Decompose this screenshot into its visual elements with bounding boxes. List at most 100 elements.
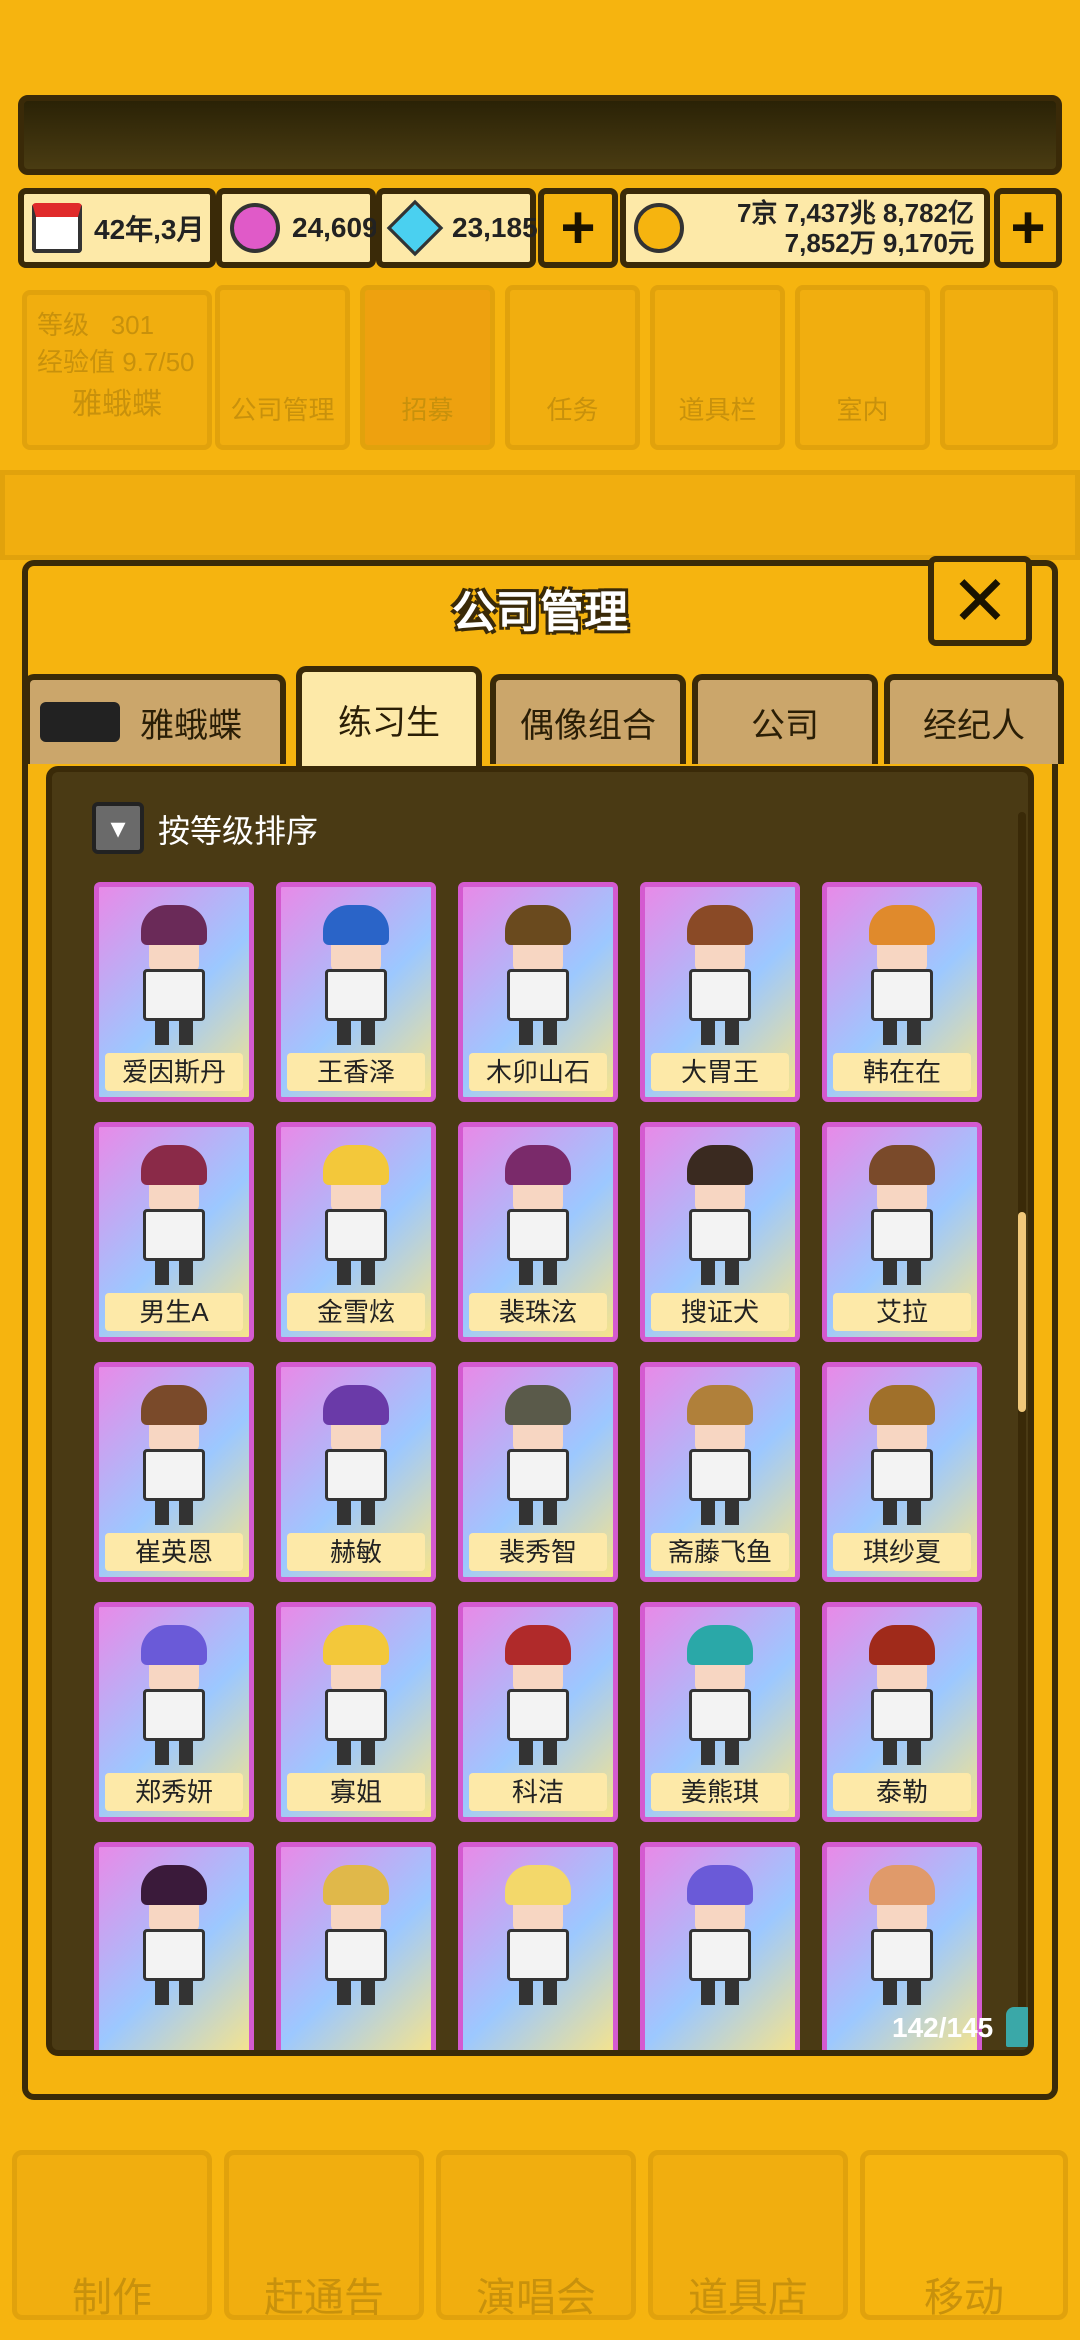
- avatar-leg: [907, 1979, 921, 2005]
- trainee-avatar: [865, 1385, 939, 1525]
- avatar-leg: [883, 1019, 897, 1045]
- avatar-leg: [155, 1979, 169, 2005]
- avatar-body: [871, 969, 933, 1021]
- trainee-name: 姜熊琪: [651, 1773, 789, 1811]
- trainee-card[interactable]: [640, 1842, 800, 2050]
- avatar-leg: [725, 1739, 739, 1765]
- trainee-card[interactable]: 金雪炫: [276, 1122, 436, 1342]
- trainee-avatar: [319, 1625, 393, 1765]
- calendar-icon: [32, 203, 82, 253]
- date-chip: 42年,3月: [18, 188, 216, 268]
- trainee-avatar: [683, 1385, 757, 1525]
- avatar-body: [871, 1689, 933, 1741]
- nav-move[interactable]: 移动: [860, 2150, 1068, 2320]
- sort-label: 按等级排序: [158, 813, 319, 849]
- add-money-button[interactable]: +: [994, 188, 1062, 268]
- trainee-card[interactable]: 艾拉: [822, 1122, 982, 1342]
- avatar-body: [143, 1209, 205, 1261]
- trainee-avatar: [865, 1625, 939, 1765]
- avatar-hair: [323, 1865, 389, 1905]
- trainee-card[interactable]: 木卯山石: [458, 882, 618, 1102]
- trainee-card[interactable]: 韩在在: [822, 882, 982, 1102]
- avatar-body: [325, 969, 387, 1021]
- trainee-card[interactable]: 男生A: [94, 1122, 254, 1342]
- tab-label: 公司: [751, 706, 819, 745]
- nav-concert[interactable]: 演唱会: [436, 2150, 636, 2320]
- modal-title: 公司管理: [452, 588, 628, 637]
- avatar-hair: [869, 1625, 935, 1665]
- trainee-card[interactable]: 姜熊琪: [640, 1602, 800, 1822]
- trainee-card[interactable]: [458, 1842, 618, 2050]
- blue-gem-count: 23,185: [452, 212, 538, 243]
- tab-trainees[interactable]: 练习生: [296, 666, 482, 766]
- money-chip: 7京 7,437兆 8,782亿 7,852万 9,170元: [620, 188, 990, 268]
- avatar-hair: [141, 905, 207, 945]
- avatar-leg: [155, 1739, 169, 1765]
- trainee-card[interactable]: 王香泽: [276, 882, 436, 1102]
- trainee-avatar: [137, 1625, 211, 1765]
- avatar-leg: [907, 1259, 921, 1285]
- trainee-card[interactable]: [276, 1842, 436, 2050]
- tab-idol-groups[interactable]: 偶像组合: [490, 674, 686, 764]
- avatar-leg: [519, 1019, 533, 1045]
- add-gem-button[interactable]: +: [538, 188, 618, 268]
- trainee-name: 郑秀妍: [105, 1773, 243, 1811]
- nav-schedule[interactable]: 赶通告: [224, 2150, 424, 2320]
- trainee-card[interactable]: 裴珠泫: [458, 1122, 618, 1342]
- trainee-name: 崔英恩: [105, 1533, 243, 1571]
- trainee-card[interactable]: 科洁: [458, 1602, 618, 1822]
- nav-shop[interactable]: 道具店: [648, 2150, 848, 2320]
- avatar-leg: [543, 1019, 557, 1045]
- scrollbar-track[interactable]: [1018, 812, 1026, 2012]
- trainee-card[interactable]: 赫敏: [276, 1362, 436, 1582]
- bg-tile-recruit: 招募: [360, 285, 495, 450]
- avatar-hair: [687, 905, 753, 945]
- tab-company-group[interactable]: 雅蛾蝶: [24, 674, 286, 764]
- trainee-card[interactable]: 崔英恩: [94, 1362, 254, 1582]
- trainee-card[interactable]: 爱因斯丹: [94, 882, 254, 1102]
- avatar-leg: [361, 1259, 375, 1285]
- nav-produce[interactable]: 制作: [12, 2150, 212, 2320]
- trainee-card[interactable]: 斋藤飞鱼: [640, 1362, 800, 1582]
- avatar-hair: [141, 1385, 207, 1425]
- trainee-name: 科洁: [469, 1773, 607, 1811]
- trainee-card[interactable]: 搜证犬: [640, 1122, 800, 1342]
- avatar-leg: [337, 1499, 351, 1525]
- avatar-body: [507, 1689, 569, 1741]
- trainee-card[interactable]: 大胃王: [640, 882, 800, 1102]
- tab-company[interactable]: 公司: [692, 674, 878, 764]
- avatar-leg: [361, 1019, 375, 1045]
- avatar-leg: [725, 1979, 739, 2005]
- trainee-card[interactable]: 泰勒: [822, 1602, 982, 1822]
- trainee-card[interactable]: 郑秀妍: [94, 1602, 254, 1822]
- trainee-name: 裴秀智: [469, 1533, 607, 1571]
- avatar-leg: [701, 1259, 715, 1285]
- trainee-avatar: [501, 1145, 575, 1285]
- trainee-avatar: [501, 1385, 575, 1525]
- avatar-hair: [869, 1145, 935, 1185]
- avatar-hair: [869, 1385, 935, 1425]
- close-button[interactable]: ✕: [928, 556, 1032, 646]
- trainee-name: 斋藤飞鱼: [651, 1533, 789, 1571]
- trainee-name: 裴珠泫: [469, 1293, 607, 1331]
- trainee-card[interactable]: [94, 1842, 254, 2050]
- avatar-leg: [337, 1979, 351, 2005]
- bg-tile-interior: 室内: [795, 285, 930, 450]
- trainee-card[interactable]: 寡姐: [276, 1602, 436, 1822]
- sort-dropdown[interactable]: ▾: [92, 802, 144, 854]
- bg-tile-task: 任务: [505, 285, 640, 450]
- tab-label: 练习生: [338, 703, 440, 742]
- tab-managers[interactable]: 经纪人: [884, 674, 1064, 764]
- trainee-card[interactable]: 琪纱夏: [822, 1362, 982, 1582]
- avatar-leg: [883, 1739, 897, 1765]
- trainee-avatar: [683, 1865, 757, 2005]
- trainee-card[interactable]: 裴秀智: [458, 1362, 618, 1582]
- avatar-leg: [361, 1739, 375, 1765]
- trainee-avatar: [137, 1865, 211, 2005]
- coin-icon: [634, 203, 684, 253]
- avatar-leg: [519, 1979, 533, 2005]
- avatar-hair: [323, 1145, 389, 1185]
- trainee-avatar: [501, 1625, 575, 1765]
- scrollbar-thumb[interactable]: [1018, 1212, 1026, 1412]
- avatar-body: [325, 1689, 387, 1741]
